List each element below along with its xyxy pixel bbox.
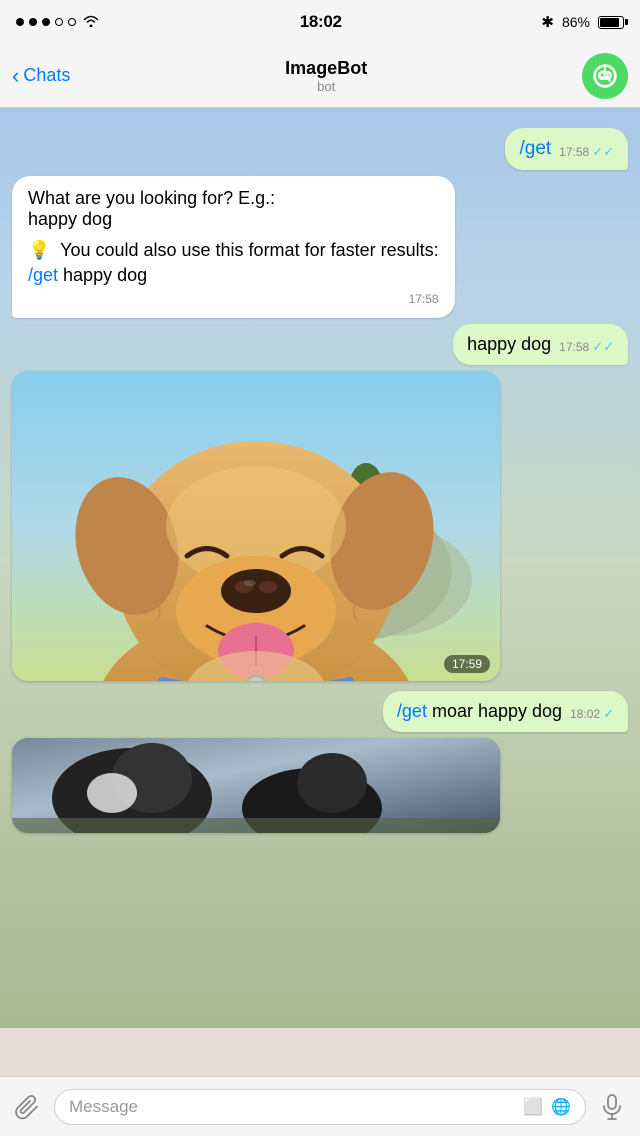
lightbulb-hint: 💡 You could also use this format for fas… xyxy=(28,240,439,261)
mic-button[interactable] xyxy=(594,1089,630,1125)
mic-icon xyxy=(600,1094,624,1120)
dog-svg xyxy=(12,371,500,681)
back-button[interactable]: ‹ Chats xyxy=(12,65,70,87)
status-bar: 18:02 ✱ 86% xyxy=(0,0,640,44)
dot1 xyxy=(16,18,24,26)
msg-text-3: happy dog xyxy=(467,334,551,355)
message-image-4: 17:59 xyxy=(12,371,500,681)
dog-image-2 xyxy=(12,738,500,833)
chat-area: /get 17:58 ✓✓ What are you looking for? … xyxy=(0,108,640,1028)
battery-icon xyxy=(598,16,624,29)
input-bar: Message ⬜ 🌐 xyxy=(0,1076,640,1136)
bot-icon xyxy=(591,62,619,90)
msg-time-1: 17:58 xyxy=(559,145,589,159)
message-outgoing-1: /get 17:58 ✓✓ xyxy=(505,128,628,170)
input-icons: ⬜ 🌐 xyxy=(523,1097,571,1117)
msg-meta-1: 17:58 ✓✓ xyxy=(559,144,614,160)
msg-meta-3: 17:58 ✓✓ xyxy=(559,339,614,355)
sticker-icon: ⬜ xyxy=(523,1097,543,1117)
wifi-icon xyxy=(82,13,100,32)
status-left xyxy=(16,13,100,32)
msg-meta-row-2: 17:58 xyxy=(28,292,439,306)
attach-button[interactable] xyxy=(10,1089,46,1125)
battery-percent: 86% xyxy=(562,14,590,30)
check-mark-1: ✓✓ xyxy=(592,144,614,160)
chat-subtitle: bot xyxy=(285,79,367,94)
check-mark-3: ✓✓ xyxy=(592,339,614,355)
get-command-5: /get xyxy=(397,701,427,721)
msg-text-5b: moar happy dog xyxy=(432,701,562,721)
dot5 xyxy=(68,18,76,26)
check-mark-5: ✓ xyxy=(603,706,614,722)
msg-time-2: 17:58 xyxy=(409,292,439,306)
message-image-6 xyxy=(12,738,500,833)
msg-meta-5: 18:02 ✓ xyxy=(570,706,614,722)
msg-text-5: /get moar happy dog xyxy=(397,701,562,722)
msg-text-1: /get xyxy=(519,138,551,160)
get-command-1: /get xyxy=(519,138,551,159)
nav-bar: ‹ Chats ImageBot bot xyxy=(0,44,640,108)
emoji-icon: 🌐 xyxy=(551,1097,571,1117)
msg-time-5: 18:02 xyxy=(570,707,600,721)
img-timestamp-4: 17:59 xyxy=(444,655,490,673)
signal-dots xyxy=(16,18,76,26)
msg-text-2: What are you looking for? E.g.:happy dog xyxy=(28,188,439,230)
msg-time-3: 17:58 xyxy=(559,340,589,354)
format-hint: /get happy dog xyxy=(28,265,439,286)
get-cmd-hint: /get xyxy=(28,265,58,285)
battery-fill xyxy=(600,18,619,27)
back-chevron-icon: ‹ xyxy=(12,65,19,87)
messages-list: /get 17:58 ✓✓ What are you looking for? … xyxy=(0,108,640,841)
dog-image xyxy=(12,371,500,681)
bluetooth-icon: ✱ xyxy=(541,13,554,31)
back-label: Chats xyxy=(23,65,70,86)
message-outgoing-3: happy dog 17:58 ✓✓ xyxy=(453,324,628,365)
message-incoming-2: What are you looking for? E.g.:happy dog… xyxy=(12,176,455,318)
message-outgoing-5: /get moar happy dog 18:02 ✓ xyxy=(383,691,628,732)
message-placeholder: Message xyxy=(69,1097,515,1117)
bot-avatar-button[interactable] xyxy=(582,53,628,99)
dot4 xyxy=(55,18,63,26)
dog-svg-2 xyxy=(12,738,500,833)
attach-icon xyxy=(15,1094,41,1120)
dot3 xyxy=(42,18,50,26)
nav-center: ImageBot bot xyxy=(285,58,367,94)
message-input-field[interactable]: Message ⬜ 🌐 xyxy=(54,1089,586,1125)
dot2 xyxy=(29,18,37,26)
status-right: ✱ 86% xyxy=(541,13,624,31)
status-time: 18:02 xyxy=(300,12,342,32)
chat-title: ImageBot xyxy=(285,58,367,79)
